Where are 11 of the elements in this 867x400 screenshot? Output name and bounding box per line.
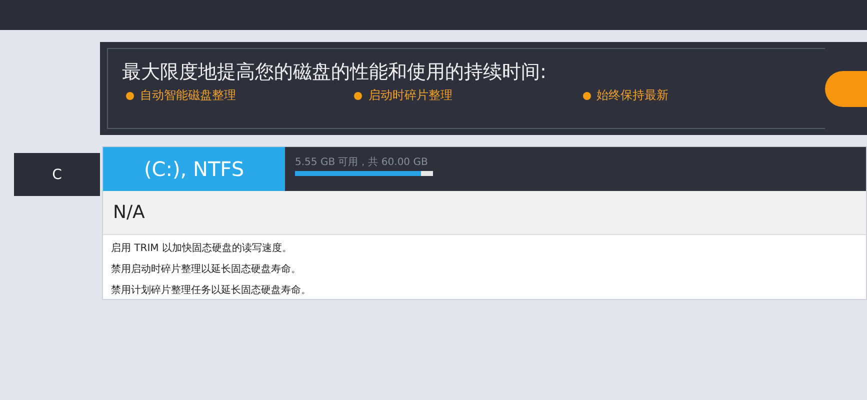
tip-text: 启用 TRIM 以加快固态硬盘的读写速度。 (111, 242, 293, 256)
tip-text: 禁用计划碎片整理任务以延长固态硬盘寿命。 (111, 284, 312, 298)
feature-text: 启动时碎片整理 (368, 87, 452, 104)
drive-tab[interactable]: C (14, 153, 100, 196)
feature-text: 始终保持最新 (596, 87, 669, 104)
feature-text: 自动智能磁盘整理 (140, 87, 236, 104)
drive-name: (C:), NTFS (103, 147, 285, 191)
tip-text: 禁用启动时碎片整理以延长固态硬盘寿命。 (111, 262, 302, 277)
promo-title: 最大限度地提高您的磁盘的性能和使用的持续时间: (122, 60, 548, 85)
status-text: N/A (103, 191, 866, 235)
usage-text: 5.55 GB 可用，共 60.00 GB (295, 156, 429, 169)
